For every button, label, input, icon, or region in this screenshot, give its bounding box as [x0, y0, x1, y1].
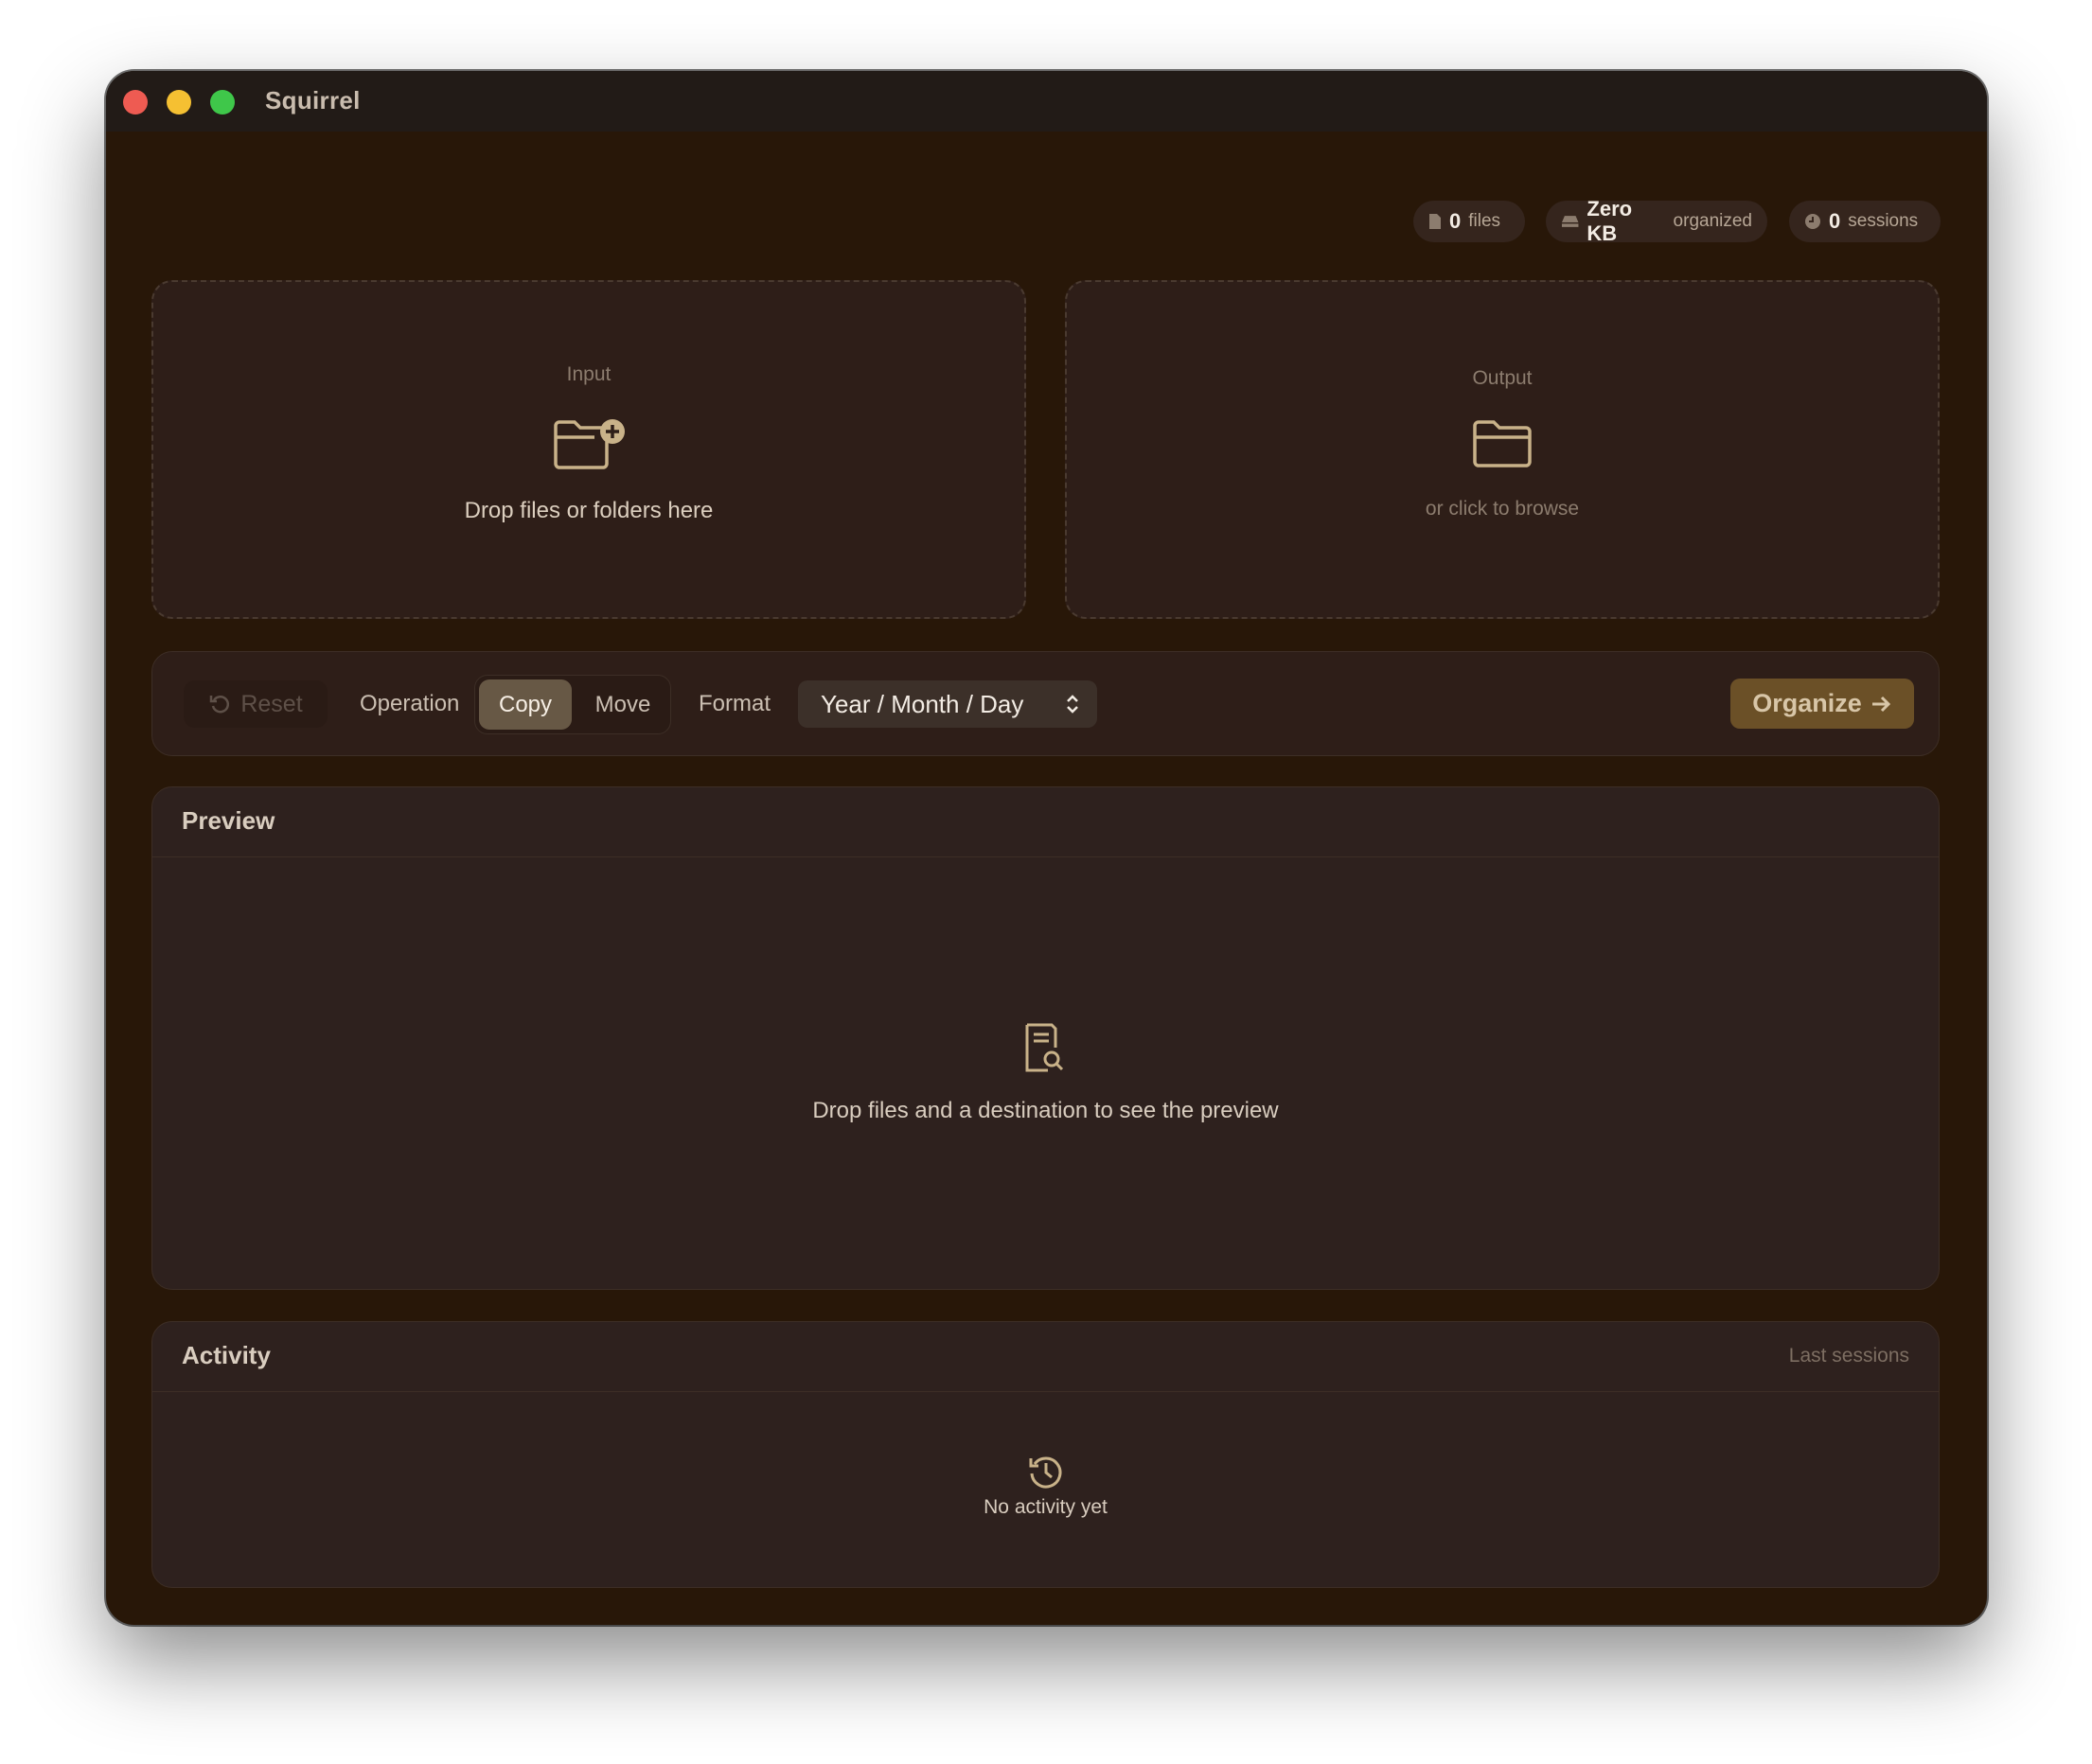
- organize-button[interactable]: Organize: [1730, 679, 1914, 729]
- stat-files-badge: 0 files: [1413, 201, 1525, 242]
- operation-copy-button[interactable]: Copy: [479, 679, 572, 730]
- document-search-icon: [1025, 1023, 1063, 1072]
- minimize-window-button[interactable]: [167, 90, 191, 115]
- organize-label: Organize: [1752, 689, 1862, 717]
- input-zone-label: Input: [566, 363, 612, 385]
- format-select-value: Year / Month / Day: [821, 689, 1024, 718]
- stat-size-value: Zero KB: [1587, 197, 1633, 245]
- stat-files-value: 0: [1449, 209, 1462, 233]
- stat-files-label: files: [1468, 211, 1501, 231]
- operation-label: Operation: [360, 691, 460, 716]
- folder-plus-icon: [554, 419, 625, 469]
- reset-icon: [210, 696, 230, 714]
- title-bar: Squirrel: [106, 71, 1987, 132]
- folder-icon: [1473, 420, 1532, 467]
- file-icon: [1429, 214, 1441, 229]
- chevron-up-down-icon: [1067, 695, 1078, 714]
- app-title: Squirrel: [265, 86, 361, 115]
- preview-panel: Preview Drop files and a destination to …: [151, 786, 1940, 1290]
- format-label: Format: [699, 691, 771, 716]
- reset-label: Reset: [240, 690, 303, 717]
- activity-empty-text: No activity yet: [984, 1496, 1108, 1518]
- activity-subtitle: Last sessions: [1788, 1345, 1909, 1367]
- drive-icon: [1561, 216, 1579, 227]
- format-select[interactable]: Year / Month / Day: [798, 680, 1097, 728]
- stat-sessions-label: sessions: [1848, 211, 1919, 231]
- activity-title: Activity: [182, 1341, 271, 1369]
- close-window-button[interactable]: [123, 90, 148, 115]
- stat-sessions-value: 0: [1829, 209, 1841, 233]
- preview-header: Preview: [152, 787, 1939, 857]
- activity-header: Activity Last sessions: [152, 1322, 1939, 1392]
- operation-move-button[interactable]: Move: [577, 679, 668, 730]
- activity-panel: Activity Last sessions No activity yet: [151, 1321, 1940, 1588]
- maximize-window-button[interactable]: [210, 90, 235, 115]
- reset-button[interactable]: Reset: [184, 680, 328, 728]
- stat-sessions-badge: 0 sessions: [1789, 201, 1941, 242]
- toolbar: Reset Operation Copy Move Format Year / …: [151, 651, 1940, 756]
- history-icon: [1029, 1456, 1061, 1489]
- preview-title: Preview: [182, 806, 275, 835]
- output-zone-text: or click to browse: [1425, 498, 1580, 520]
- app-window: Squirrel 0 files Zero KB organized 0 ses…: [106, 71, 1987, 1625]
- input-zone-text: Drop files or folders here: [464, 498, 714, 523]
- output-drop-zone[interactable]: Output or click to browse: [1065, 280, 1940, 619]
- arrow-right-icon: [1871, 696, 1890, 712]
- operation-segmented-control: Copy Move: [474, 675, 671, 734]
- stat-size-badge: Zero KB organized: [1546, 197, 1767, 245]
- preview-empty-text: Drop files and a destination to see the …: [812, 1098, 1279, 1123]
- input-drop-zone[interactable]: Input Drop files or folders here: [151, 280, 1026, 619]
- stat-size-label: organized: [1673, 211, 1752, 231]
- clock-icon: [1805, 214, 1820, 229]
- output-zone-label: Output: [1472, 367, 1533, 389]
